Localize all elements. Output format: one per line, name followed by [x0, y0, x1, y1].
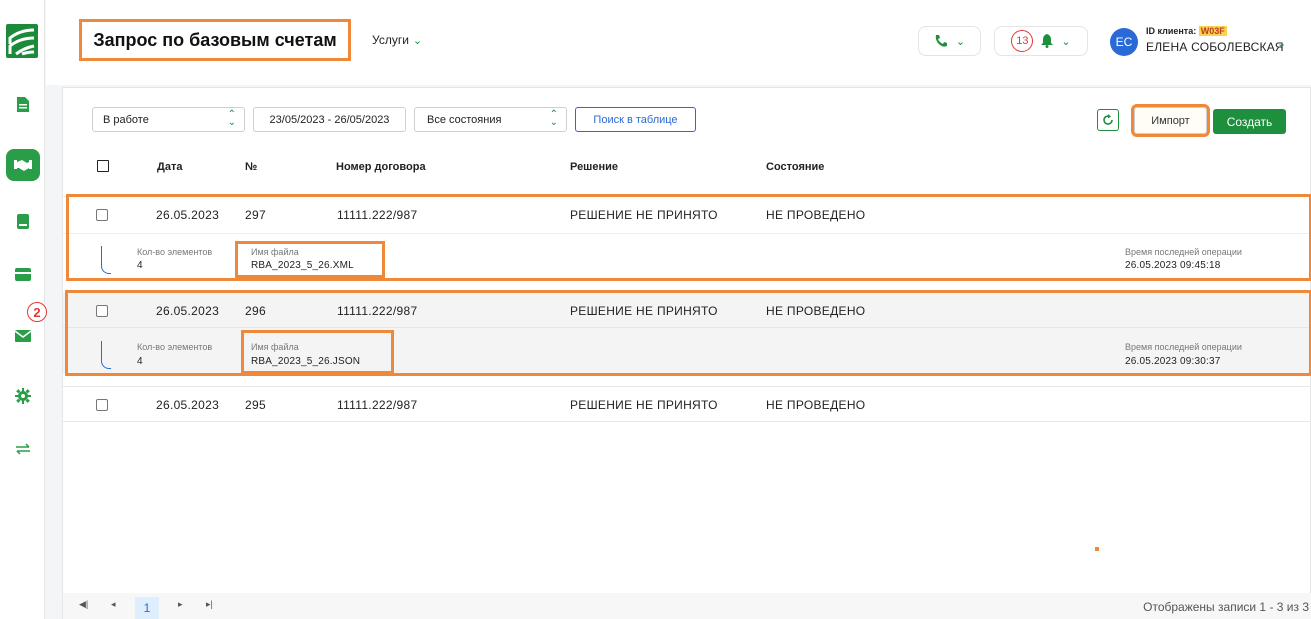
row-contract: 11111.222/987: [337, 208, 418, 222]
mail-icon: [14, 330, 31, 342]
column-header-state[interactable]: Состояние: [766, 161, 824, 173]
last-page-icon[interactable]: ▸|: [206, 599, 213, 610]
row-checkbox[interactable]: [96, 209, 108, 221]
table-row[interactable]: 26.05.2023 295 11111.222/987 РЕШЕНИЕ НЕ …: [63, 386, 1310, 422]
marker-dot: [1095, 547, 1099, 551]
column-header-contract[interactable]: Номер договора: [336, 161, 426, 173]
count-value: 4: [137, 260, 143, 271]
row-contract: 11111.222/987: [337, 304, 418, 318]
sidebar-item-book[interactable]: [0, 214, 45, 229]
column-header-number[interactable]: №: [245, 161, 257, 173]
client-name: ЕЛЕНА СОБОЛЕВСКАЯ: [1146, 40, 1284, 54]
services-label: Услуги: [372, 33, 409, 47]
bell-icon: [1041, 34, 1054, 48]
refresh-icon: [1103, 114, 1113, 125]
status-select[interactable]: В работе ⌃ ⌄: [92, 107, 245, 132]
notifications-count: 13: [1011, 30, 1034, 52]
sidebar: 2: [0, 0, 47, 619]
file-name: RBA_2023_5_26.JSON: [251, 356, 361, 367]
transfer-icon: [15, 443, 30, 455]
client-id: ID клиента: W03F: [1146, 26, 1227, 36]
table-row[interactable]: 26.05.2023 297 11111.222/987 РЕШЕНИЕ НЕ …: [63, 196, 1310, 278]
client-id-code: W03F: [1198, 26, 1227, 36]
row-contract: 11111.222/987: [337, 398, 418, 412]
expand-bracket-icon: [101, 246, 111, 274]
row-state: НЕ ПРОВЕДЕНО: [766, 304, 866, 318]
file-label: Имя файла: [251, 247, 299, 257]
first-page-icon[interactable]: ◀‎|: [79, 599, 88, 610]
book-icon: [16, 214, 29, 229]
sidebar-item-settings[interactable]: [0, 388, 45, 404]
sidebar-item-transfers[interactable]: [0, 443, 45, 455]
chevron-down-icon: ⌄: [1061, 35, 1071, 48]
gear-icon: [14, 388, 31, 404]
row-checkbox[interactable]: [96, 399, 108, 411]
phone-menu[interactable]: ⌄: [918, 26, 981, 56]
document-icon: [16, 97, 29, 112]
row-decision: РЕШЕНИЕ НЕ ПРИНЯТО: [570, 398, 718, 412]
row-date: 26.05.2023: [156, 304, 220, 318]
sidebar-item-documents[interactable]: [0, 97, 45, 112]
row-number: 296: [245, 304, 266, 318]
table-row[interactable]: 26.05.2023 296 11111.222/987 РЕШЕНИЕ НЕ …: [63, 292, 1310, 374]
current-page[interactable]: 1: [135, 597, 159, 619]
count-value: 4: [137, 356, 143, 367]
row-checkbox[interactable]: [96, 305, 108, 317]
row-date: 26.05.2023: [156, 398, 220, 412]
chevron-down-icon: ⌄: [955, 35, 966, 48]
import-button[interactable]: Импорт: [1131, 104, 1210, 137]
card-icon: [14, 268, 31, 281]
count-label: Кол-во элементов: [137, 247, 213, 257]
last-operation-time: 26.05.2023 09:30:37: [1125, 356, 1221, 367]
expand-bracket-icon: [101, 341, 111, 369]
search-table-button[interactable]: Поиск в таблице: [575, 107, 696, 132]
row-decision: РЕШЕНИЕ НЕ ПРИНЯТО: [570, 304, 718, 318]
date-range-input[interactable]: 23/05/2023 - 26/05/2023: [253, 107, 406, 132]
status-select-value: В работе: [103, 113, 149, 126]
state-select[interactable]: Все состояния ⌃ ⌄: [414, 107, 567, 132]
sidebar-item-mail[interactable]: [0, 330, 45, 342]
bank-logo[interactable]: [6, 24, 38, 58]
last-operation-time: 26.05.2023 09:45:18: [1125, 260, 1221, 271]
row-date: 26.05.2023: [156, 208, 220, 222]
row-number: 297: [245, 208, 266, 222]
updown-icon: ⌃ ⌄: [227, 109, 236, 128]
column-header-decision[interactable]: Решение: [570, 161, 618, 173]
file-label: Имя файла: [251, 342, 299, 352]
notifications-menu[interactable]: 13 ⌄: [994, 26, 1088, 56]
row-state: НЕ ПРОВЕДЕНО: [766, 208, 866, 222]
state-select-value: Все состояния: [427, 113, 502, 126]
last-operation-label: Время последней операции: [1125, 342, 1242, 352]
count-label: Кол-во элементов: [137, 342, 213, 352]
client-id-label: ID клиента:: [1146, 26, 1197, 36]
handshake-icon: [13, 160, 32, 171]
prev-page-icon[interactable]: ◂: [111, 599, 116, 610]
column-header-date[interactable]: Дата: [157, 161, 182, 173]
select-all-checkbox[interactable]: [97, 160, 109, 172]
row-number: 295: [245, 398, 266, 412]
date-range-value: 23/05/2023 - 26/05/2023: [269, 113, 390, 126]
page-title: Запрос по базовым счетам: [79, 19, 351, 61]
sidebar-item-cards[interactable]: [0, 268, 45, 281]
services-menu[interactable]: Услуги ⌄: [372, 33, 422, 47]
row-state: НЕ ПРОВЕДЕНО: [766, 398, 866, 412]
records-info: Отображены записи 1 - 3 из 3: [1143, 600, 1309, 614]
chevron-down-icon: ⌄: [412, 34, 423, 47]
pagination: ◀‎| ◂ 1 ▸ ▸| Отображены записи 1 - 3 из …: [63, 593, 1311, 619]
last-operation-label: Время последней операции: [1125, 247, 1242, 257]
phone-icon: [935, 35, 947, 47]
next-page-icon[interactable]: ▸: [178, 599, 183, 610]
sidebar-item-deals[interactable]: [0, 149, 45, 181]
file-name: RBA_2023_5_26.XML: [251, 260, 354, 271]
updown-icon: ⌃ ⌄: [549, 109, 558, 128]
avatar[interactable]: ЕС: [1110, 28, 1138, 56]
create-button[interactable]: Создать: [1213, 109, 1286, 134]
refresh-button[interactable]: [1097, 109, 1119, 131]
row-decision: РЕШЕНИЕ НЕ ПРИНЯТО: [570, 208, 718, 222]
mail-badge: 2: [27, 302, 47, 322]
chevron-down-icon[interactable]: ⌄: [1277, 37, 1286, 50]
